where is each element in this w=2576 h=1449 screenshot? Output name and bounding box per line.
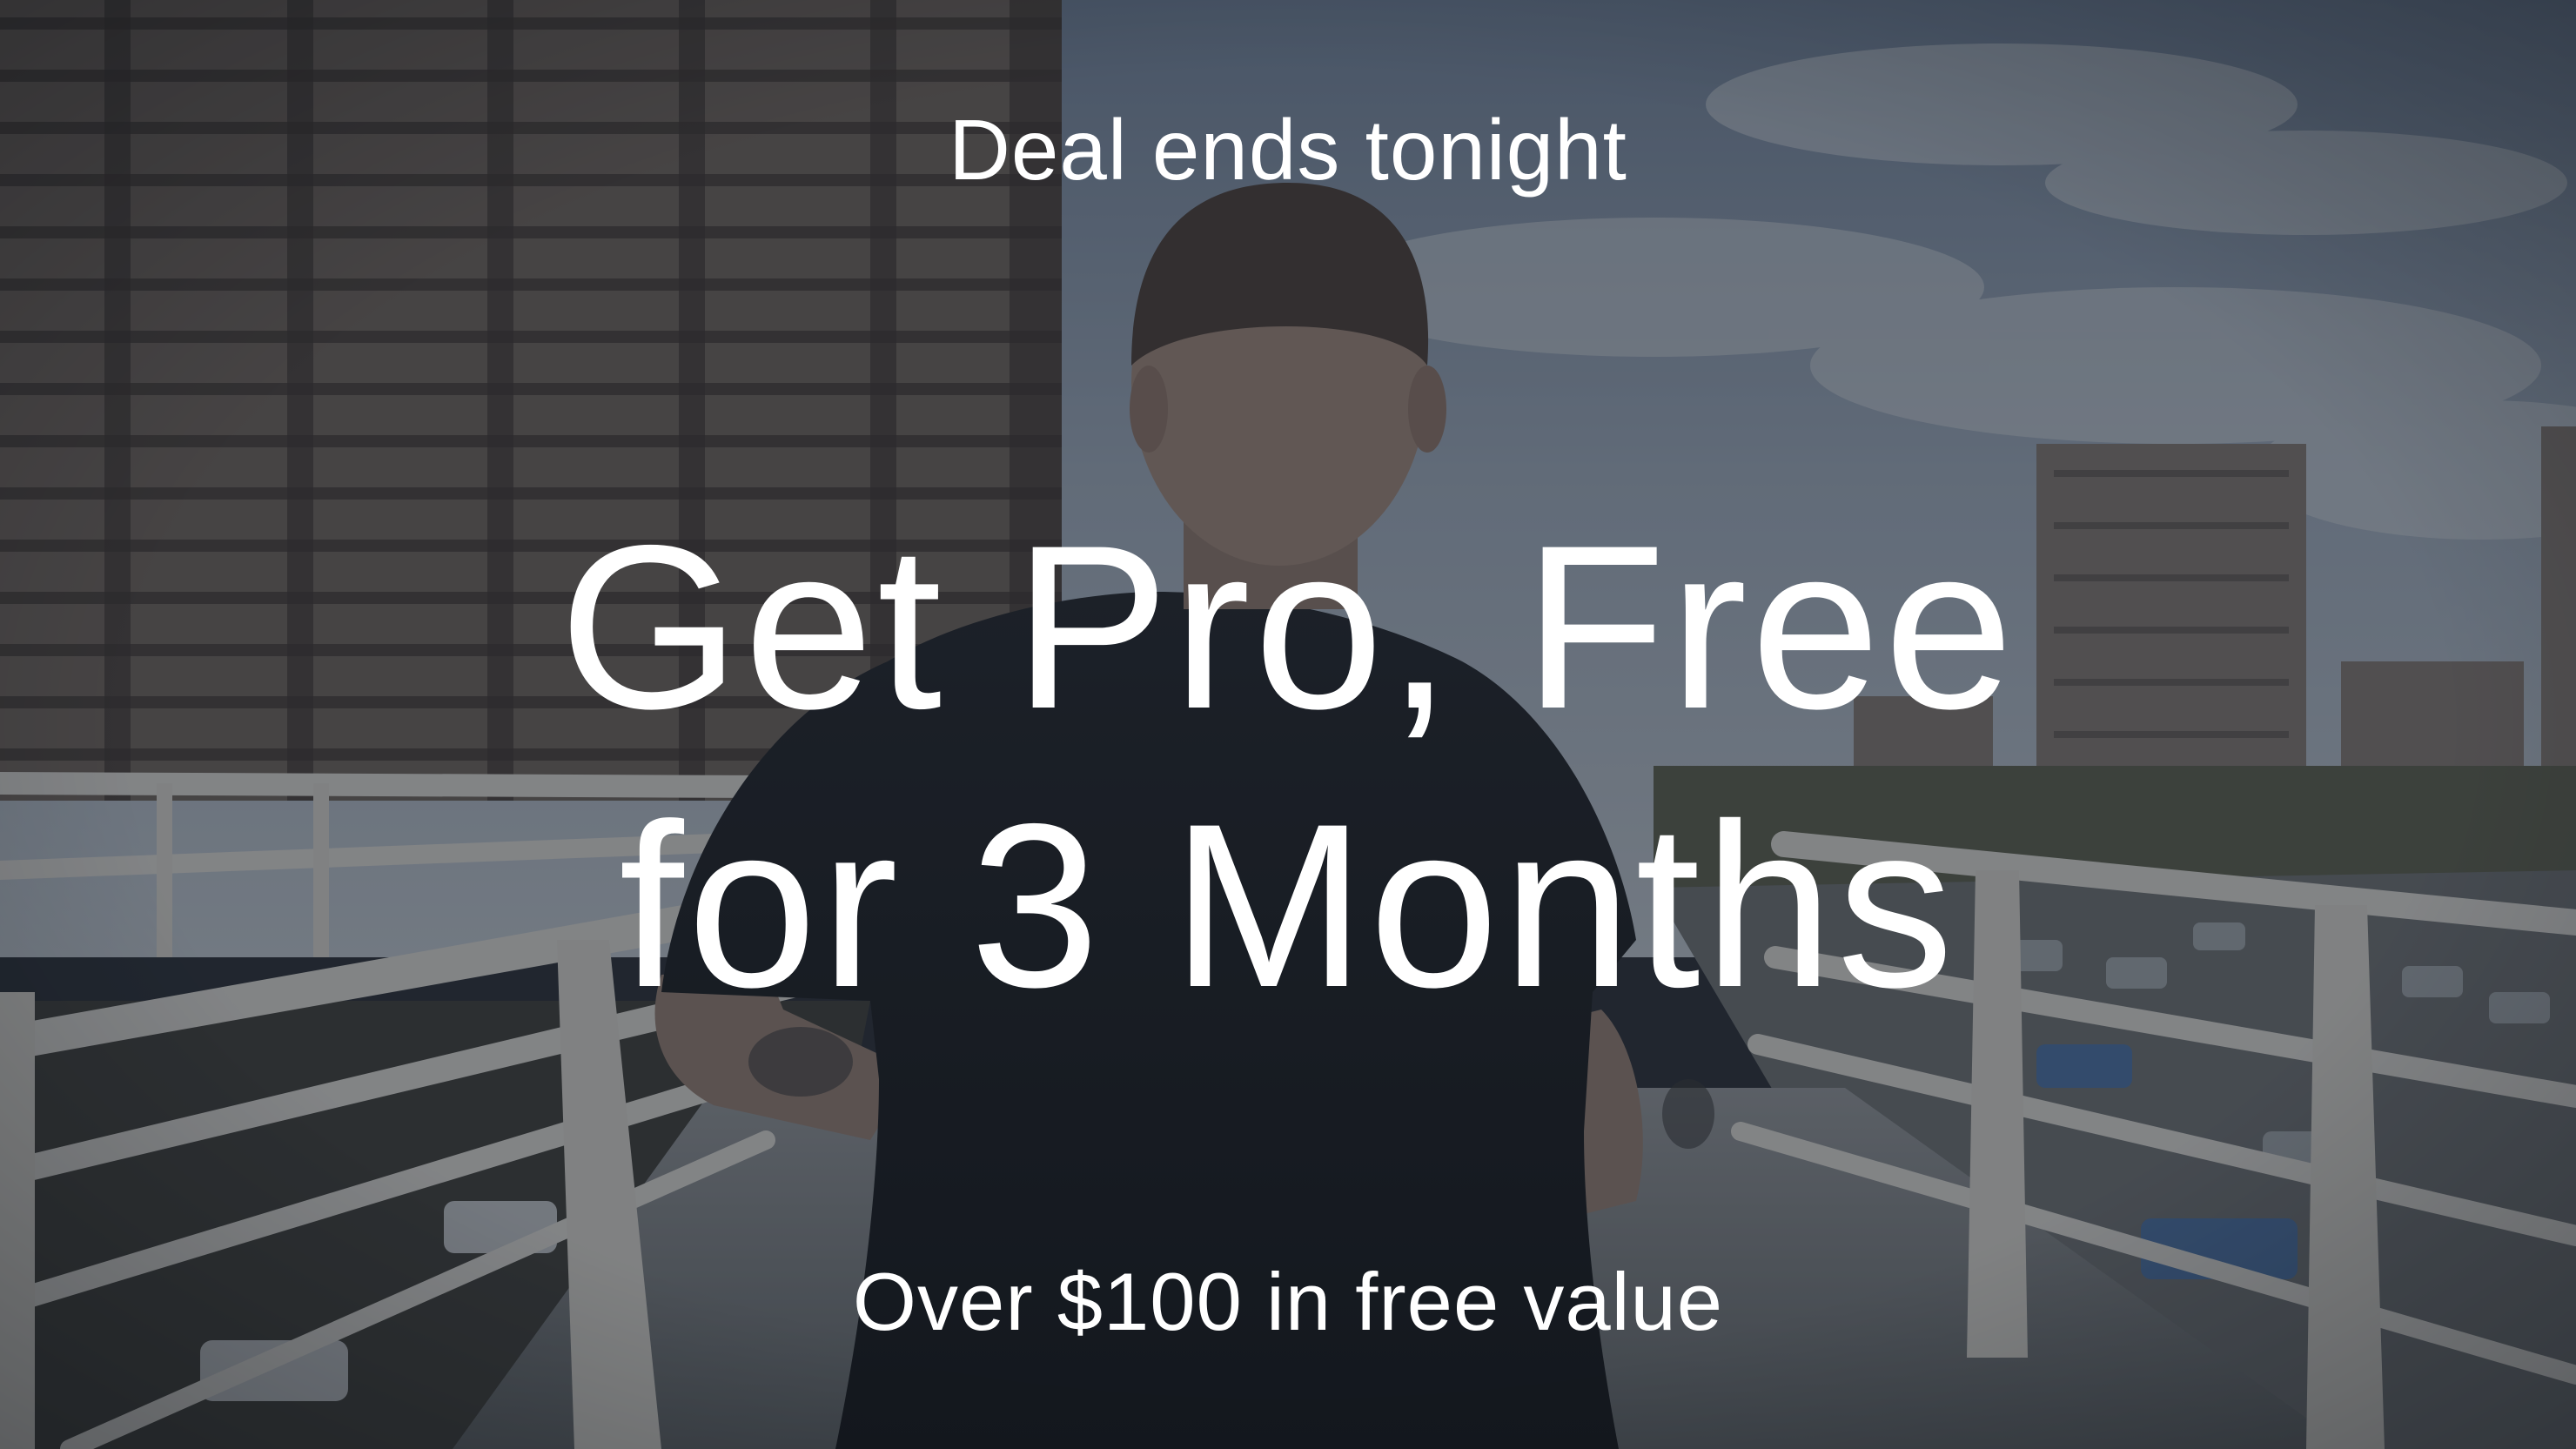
- headline-line-2: for 3 Months: [619, 775, 1957, 1036]
- value-subtext: Over $100 in free value: [852, 1256, 1724, 1347]
- deal-deadline-label: Deal ends tonight: [949, 102, 1627, 198]
- headline-line-1: Get Pro, Free: [559, 496, 2017, 757]
- promo-banner: Deal ends tonight Get Pro, Free for 3 Mo…: [0, 0, 2576, 1449]
